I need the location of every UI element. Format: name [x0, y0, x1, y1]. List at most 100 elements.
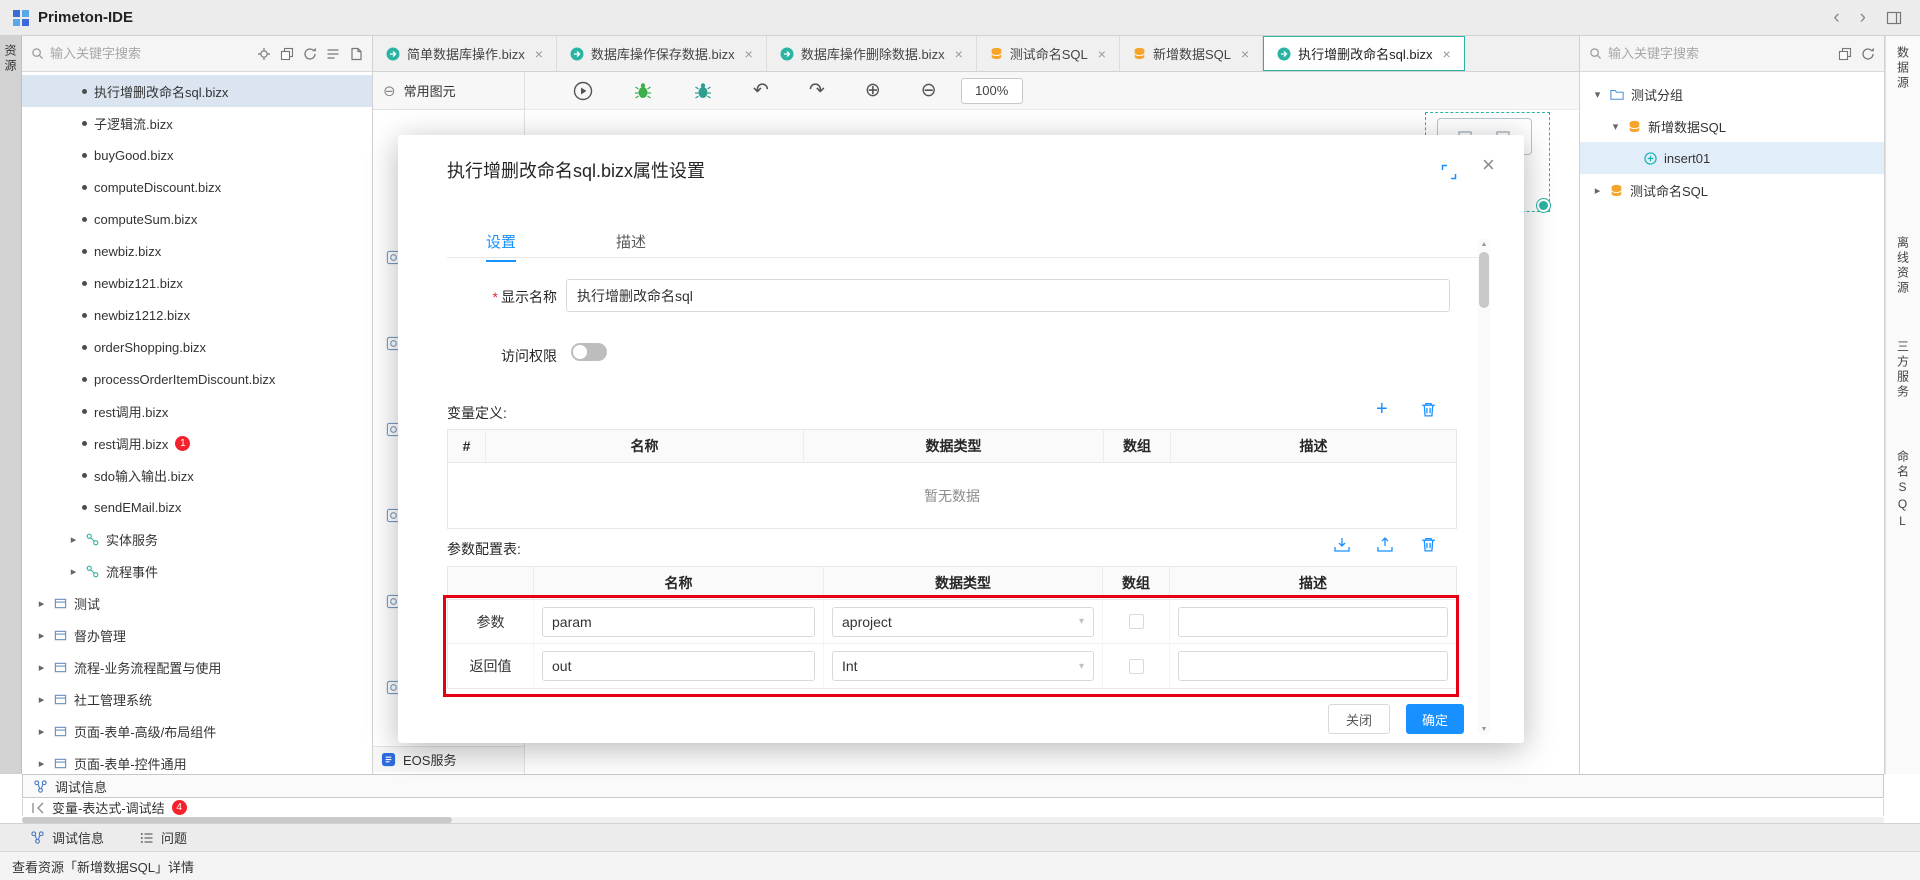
- delete-param-icon[interactable]: [1420, 536, 1437, 556]
- collapse-left-icon[interactable]: [31, 801, 45, 815]
- tab-problems[interactable]: 问题: [140, 828, 187, 847]
- tree-item-bizx[interactable]: computeSum.bizx: [22, 203, 372, 235]
- tree-group[interactable]: ▸页面-表单-高级/布局组件: [22, 715, 372, 747]
- caret-right-icon[interactable]: ▸: [68, 565, 79, 578]
- collapse-all-icon[interactable]: [1838, 47, 1852, 61]
- import-params-icon[interactable]: [1333, 536, 1351, 557]
- tree-group[interactable]: ▸测试: [22, 587, 372, 619]
- zoom-level-select[interactable]: 100%: [961, 78, 1023, 104]
- tree-item-bizx[interactable]: newbiz.bizx: [22, 235, 372, 267]
- node-connect-handle[interactable]: [1537, 199, 1550, 212]
- close-button[interactable]: 关闭: [1328, 704, 1390, 734]
- close-tab-icon[interactable]: ×: [1443, 46, 1451, 62]
- tree-group[interactable]: ▸督办管理: [22, 619, 372, 651]
- tree-item-bizx[interactable]: orderShopping.bizx: [22, 331, 372, 363]
- sql-group-folder[interactable]: ▾测试分组: [1580, 78, 1884, 110]
- confirm-button[interactable]: 确定: [1406, 704, 1464, 734]
- tree-item-bizx[interactable]: 子逻辑流.bizx: [22, 107, 372, 139]
- tree-item-bizx[interactable]: newbiz121.bizx: [22, 267, 372, 299]
- strip-tab-offline-resource[interactable]: 离线资源: [1895, 236, 1912, 296]
- tree-item-bizx[interactable]: computeDiscount.bizx: [22, 171, 372, 203]
- editor-tab[interactable]: 简单数据库操作.bizx×: [373, 36, 557, 71]
- tree-item-bizx[interactable]: sdo输入输出.bizx: [22, 459, 372, 491]
- strip-tab-datasource[interactable]: 数据源: [1895, 46, 1912, 91]
- fullscreen-icon[interactable]: [1441, 164, 1457, 183]
- palette-header[interactable]: ⊖ 常用图元: [373, 72, 524, 110]
- param-description-input[interactable]: [1178, 607, 1448, 637]
- close-tab-icon[interactable]: ×: [1241, 46, 1249, 62]
- tab-description[interactable]: 描述: [616, 231, 646, 252]
- caret-right-icon[interactable]: ▸: [36, 661, 47, 674]
- param-array-checkbox[interactable]: [1129, 659, 1144, 674]
- close-tab-icon[interactable]: ×: [535, 46, 543, 62]
- caret-down-icon[interactable]: ▾: [1610, 120, 1621, 133]
- tree-group[interactable]: ▸社工管理系统: [22, 683, 372, 715]
- close-tab-icon[interactable]: ×: [1098, 46, 1106, 62]
- add-variable-icon[interactable]: +: [1376, 399, 1388, 419]
- param-array-checkbox[interactable]: [1129, 614, 1144, 629]
- caret-right-icon[interactable]: ▸: [36, 725, 47, 738]
- tree-item-bizx[interactable]: sendEMail.bizx: [22, 491, 372, 523]
- refresh-icon[interactable]: [1861, 47, 1875, 61]
- caret-right-icon[interactable]: ▸: [36, 629, 47, 642]
- tree-item-bizx[interactable]: rest调用.bizx1: [22, 427, 372, 459]
- scroll-up-icon[interactable]: ▲: [1478, 238, 1490, 250]
- debug-info-bar[interactable]: 调试信息: [22, 774, 1884, 798]
- param-name-input[interactable]: [542, 651, 815, 681]
- tree-item-bizx[interactable]: rest调用.bizx: [22, 395, 372, 427]
- caret-right-icon[interactable]: ▸: [36, 597, 47, 610]
- redo-icon[interactable]: ↷: [809, 81, 825, 100]
- caret-right-icon[interactable]: ▸: [1592, 184, 1603, 197]
- chevron-right-icon[interactable]: ›: [1860, 8, 1866, 27]
- tree-item-bizx[interactable]: newbiz1212.bizx: [22, 299, 372, 331]
- caret-right-icon[interactable]: ▸: [36, 757, 47, 770]
- param-type-select[interactable]: Int▾: [832, 651, 1094, 681]
- bug-debug-icon[interactable]: [633, 81, 653, 101]
- tree-group[interactable]: ▸页面-表单-控件通用: [22, 747, 372, 774]
- param-type-select[interactable]: aproject▾: [832, 607, 1094, 637]
- sql-statement-selected[interactable]: insert01: [1580, 142, 1884, 174]
- editor-tab[interactable]: 测试命名SQL×: [977, 36, 1120, 71]
- debug-subtab-label[interactable]: 变量-表达式-调试结: [52, 799, 165, 816]
- debug-run-icon[interactable]: [573, 81, 593, 101]
- sort-list-icon[interactable]: [326, 47, 340, 61]
- strip-tab-named-sql[interactable]: 命名SQL: [1895, 450, 1912, 531]
- sql-resource[interactable]: ▸测试命名SQL: [1580, 174, 1884, 206]
- collapse-icon[interactable]: ⊖: [383, 82, 396, 100]
- scrollbar-thumb[interactable]: [1479, 252, 1489, 308]
- undo-icon[interactable]: ↶: [753, 81, 769, 100]
- strip-tab-third-party[interactable]: 三方服务: [1895, 340, 1912, 400]
- caret-right-icon[interactable]: ▸: [68, 533, 79, 546]
- panel-layout-icon[interactable]: [1886, 10, 1902, 26]
- display-name-input[interactable]: [566, 279, 1450, 312]
- editor-tab[interactable]: 新增数据SQL×: [1120, 36, 1263, 71]
- tree-group[interactable]: ▸流程-业务流程配置与使用: [22, 651, 372, 683]
- bug-test-icon[interactable]: [693, 81, 713, 101]
- tab-debug-info[interactable]: 调试信息: [30, 828, 104, 847]
- locate-icon[interactable]: [257, 47, 271, 61]
- refresh-icon[interactable]: [303, 47, 317, 61]
- tree-item-bizx[interactable]: processOrderItemDiscount.bizx: [22, 363, 372, 395]
- editor-tab[interactable]: 数据库操作保存数据.bizx×: [557, 36, 767, 71]
- resources-strip-tab[interactable]: 资源: [2, 44, 19, 774]
- caret-right-icon[interactable]: ▸: [36, 693, 47, 706]
- tree-group-flow-event[interactable]: ▸流程事件: [22, 555, 372, 587]
- zoom-out-icon[interactable]: ⊖: [921, 81, 937, 100]
- scroll-down-icon[interactable]: ▼: [1478, 723, 1490, 735]
- tree-group-entity-service[interactable]: ▸实体服务: [22, 523, 372, 555]
- zoom-in-icon[interactable]: ⊕: [865, 81, 881, 100]
- close-tab-icon[interactable]: ×: [955, 46, 963, 62]
- param-description-input[interactable]: [1178, 651, 1448, 681]
- collapse-all-icon[interactable]: [280, 47, 294, 61]
- delete-variable-icon[interactable]: [1420, 401, 1437, 421]
- editor-tab-active[interactable]: 执行增删改命名sql.bizx×: [1263, 36, 1465, 71]
- editor-tab[interactable]: 数据库操作删除数据.bizx×: [767, 36, 977, 71]
- resource-search-input[interactable]: [50, 46, 251, 61]
- sql-resource[interactable]: ▾新增数据SQL: [1580, 110, 1884, 142]
- caret-down-icon[interactable]: ▾: [1592, 88, 1603, 101]
- tree-item-bizx[interactable]: 执行增删改命名sql.bizx: [22, 75, 372, 107]
- access-toggle[interactable]: [571, 343, 607, 361]
- palette-group-eos[interactable]: EOS服务: [373, 746, 524, 772]
- tree-item-bizx[interactable]: buyGood.bizx: [22, 139, 372, 171]
- close-dialog-icon[interactable]: ×: [1482, 152, 1495, 178]
